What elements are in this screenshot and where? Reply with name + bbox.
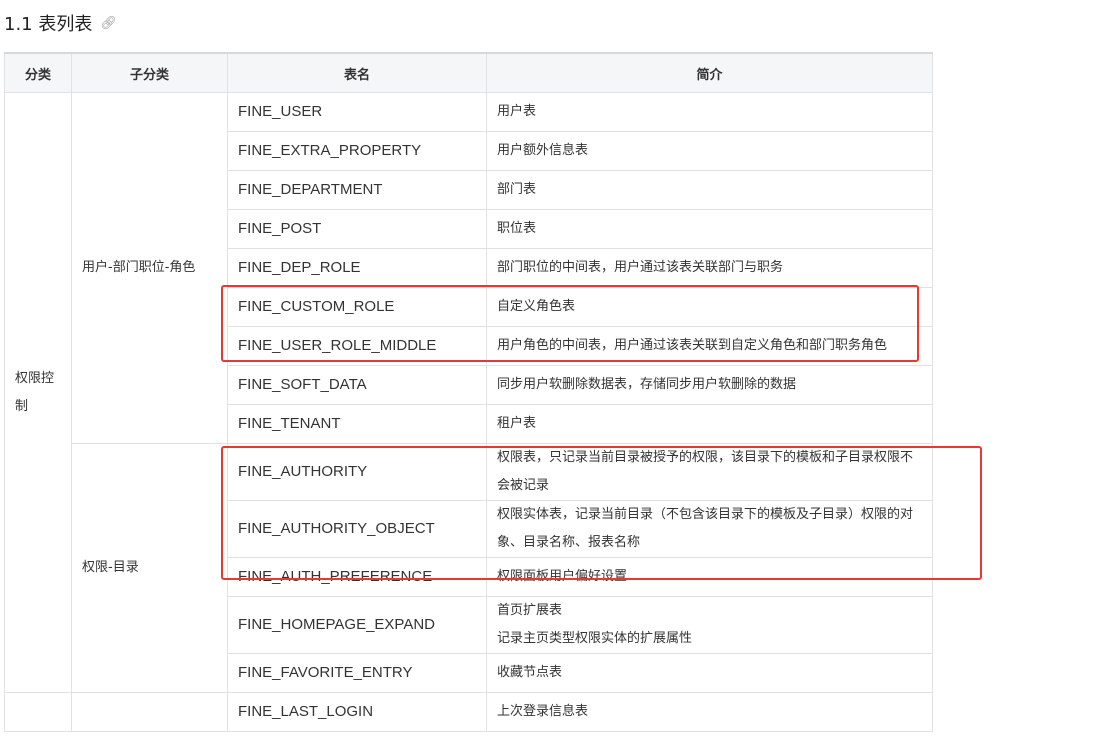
description-cell: 首页扩展表 记录主页类型权限实体的扩展属性 bbox=[486, 596, 933, 654]
header-description: 简介 bbox=[486, 52, 933, 93]
table-header-row: 分类 子分类 表名 简介 bbox=[4, 52, 933, 93]
table-name-cell: FINE_AUTH_PREFERENCE bbox=[227, 557, 487, 597]
table-name-cell: FINE_POST bbox=[227, 209, 487, 249]
description-cell: 同步用户软删除数据表，存储同步用户软删除的数据 bbox=[486, 365, 933, 405]
table-name-cell: FINE_EXTRA_PROPERTY bbox=[227, 131, 487, 171]
description-cell: 权限实体表，记录当前目录（不包含该目录下的模板及子目录）权限的对象、目录名称、报… bbox=[486, 500, 933, 558]
table-name-cell: FINE_LAST_LOGIN bbox=[227, 692, 487, 732]
description-cell: 权限面板用户偏好设置 bbox=[486, 557, 933, 597]
table-list: 分类 子分类 表名 简介 权限控制 用户-部门职位-角色 FINE_USER 用… bbox=[4, 52, 933, 732]
table-name-cell: FINE_CUSTOM_ROLE bbox=[227, 287, 487, 327]
table-name-cell: FINE_DEPARTMENT bbox=[227, 170, 487, 210]
table-name-cell: FINE_FAVORITE_ENTRY bbox=[227, 653, 487, 693]
description-cell: 职位表 bbox=[486, 209, 933, 249]
subcategory-label: 用户-部门职位-角色 bbox=[82, 260, 196, 275]
table-name-cell: FINE_USER_ROLE_MIDDLE bbox=[227, 326, 487, 366]
description-line: 记录主页类型权限实体的扩展属性 bbox=[497, 631, 693, 646]
table-row: FINE_LAST_LOGIN 上次登录信息表 bbox=[4, 692, 933, 732]
description-cell: 用户角色的中间表，用户通过该表关联到自定义角色和部门职务角色 bbox=[486, 326, 933, 366]
subcategory-cell: 权限-目录 bbox=[71, 443, 228, 693]
description-cell: 部门职位的中间表，用户通过该表关联部门与职务 bbox=[486, 248, 933, 288]
table-name-cell: FINE_AUTHORITY bbox=[227, 443, 487, 501]
category-label: 权限控制 bbox=[15, 370, 55, 414]
subcategory-cell bbox=[71, 692, 228, 732]
description-cell: 用户表 bbox=[486, 92, 933, 132]
description-cell: 部门表 bbox=[486, 170, 933, 210]
description-cell: 上次登录信息表 bbox=[486, 692, 933, 732]
table-name-cell: FINE_HOMEPAGE_EXPAND bbox=[227, 596, 487, 654]
table-name-cell: FINE_SOFT_DATA bbox=[227, 365, 487, 405]
header-subcategory: 子分类 bbox=[71, 52, 228, 93]
table-name-cell: FINE_USER bbox=[227, 92, 487, 132]
category-cell bbox=[4, 692, 72, 732]
subcategory-label: 权限-目录 bbox=[82, 560, 139, 575]
table-name-cell: FINE_TENANT bbox=[227, 404, 487, 444]
description-cell: 权限表，只记录当前目录被授予的权限，该目录下的模板和子目录权限不会被记录 bbox=[486, 443, 933, 501]
description-line: 首页扩展表 bbox=[497, 603, 563, 618]
description-cell: 自定义角色表 bbox=[486, 287, 933, 327]
description-cell: 租户表 bbox=[486, 404, 933, 444]
description-cell: 用户额外信息表 bbox=[486, 131, 933, 171]
table-row: 权限-目录 FINE_AUTHORITY 权限表，只记录当前目录被授予的权限，该… bbox=[5, 443, 933, 693]
table-name-cell: FINE_DEP_ROLE bbox=[227, 248, 487, 288]
header-table-name: 表名 bbox=[227, 52, 487, 93]
table-name-cell: FINE_AUTHORITY_OBJECT bbox=[227, 500, 487, 558]
category-cell: 权限控制 bbox=[4, 92, 72, 693]
table-row: 权限控制 用户-部门职位-角色 FINE_USER 用户表 bbox=[4, 92, 933, 693]
section-heading: 1.1 表列表 🔗︎ bbox=[4, 10, 117, 36]
description-cell: 收藏节点表 bbox=[486, 653, 933, 693]
subcategory-cell: 用户-部门职位-角色 bbox=[71, 92, 228, 444]
section-title: 1.1 表列表 bbox=[4, 14, 93, 35]
link-icon[interactable]: 🔗︎ bbox=[100, 16, 117, 31]
header-category: 分类 bbox=[4, 52, 72, 93]
